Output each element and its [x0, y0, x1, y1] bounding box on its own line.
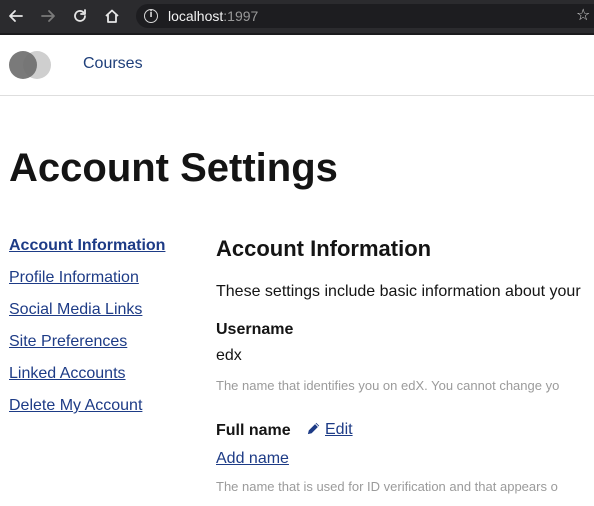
settings-sidebar: Account Information Profile Information …: [9, 236, 165, 428]
sidebar-item-profile-information[interactable]: Profile Information: [9, 268, 165, 288]
section-description: These settings include basic information…: [216, 283, 581, 300]
username-value: edx: [216, 347, 242, 364]
url-port: :1997: [223, 8, 259, 24]
username-label: Username: [216, 321, 294, 338]
sidebar-item-social-media-links[interactable]: Social Media Links: [9, 300, 165, 320]
add-name-link[interactable]: Add name: [216, 449, 289, 469]
arrow-right-icon: [41, 10, 55, 22]
sidebar-item-site-preferences[interactable]: Site Preferences: [9, 332, 165, 352]
site-logo[interactable]: [9, 51, 53, 79]
site-header: Courses: [0, 35, 594, 96]
section-body: Account Information These settings inclu…: [216, 234, 594, 506]
full-name-help-text: The name that is used for ID verificatio…: [216, 479, 558, 494]
reload-button[interactable]: [69, 5, 91, 27]
browser-toolbar: i localhost:1997 ☆: [0, 0, 594, 35]
sidebar-item-account-information[interactable]: Account Information: [9, 236, 165, 256]
url-host: localhost: [168, 8, 224, 24]
sidebar-item-delete-account[interactable]: Delete My Account: [9, 396, 165, 416]
edit-full-name-button[interactable]: Edit: [306, 420, 353, 440]
arrow-left-icon: [9, 10, 23, 22]
edit-label: Edit: [325, 421, 353, 438]
star-icon[interactable]: ☆: [576, 6, 590, 24]
section-title: Account Information: [216, 236, 432, 261]
full-name-label: Full name: [216, 422, 291, 439]
forward-button[interactable]: [37, 5, 59, 27]
reload-icon: [74, 9, 86, 22]
page-title: Account Settings: [9, 146, 338, 190]
address-bar[interactable]: i localhost:1997: [136, 4, 594, 28]
home-button[interactable]: [101, 5, 123, 27]
home-icon: [105, 9, 119, 23]
nav-courses-link[interactable]: Courses: [83, 55, 143, 73]
back-button[interactable]: [5, 5, 27, 27]
pencil-icon: [307, 422, 320, 435]
info-icon[interactable]: i: [144, 9, 158, 23]
username-help-text: The name that identifies you on edX. You…: [216, 378, 560, 393]
sidebar-item-linked-accounts[interactable]: Linked Accounts: [9, 364, 165, 384]
url-text: localhost:1997: [168, 8, 258, 24]
logo-circle-left: [9, 51, 37, 79]
